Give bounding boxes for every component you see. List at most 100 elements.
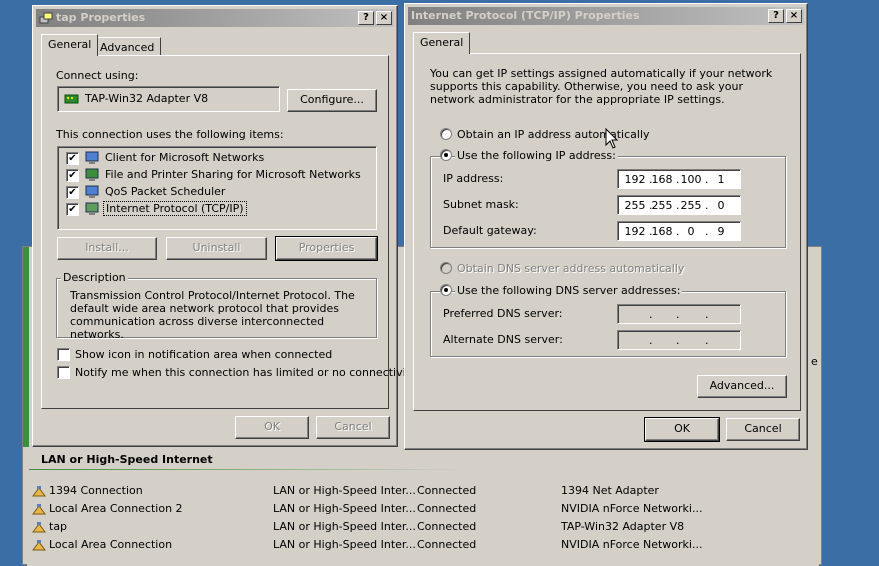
section-divider bbox=[29, 469, 469, 470]
list-item[interactable]: ✔ File and Printer Sharing for Microsoft … bbox=[62, 167, 372, 184]
connection-device: TAP-Win32 Adapter V8 bbox=[561, 520, 685, 533]
close-button[interactable]: × bbox=[376, 11, 392, 25]
ip-dot: . bbox=[649, 308, 653, 321]
item-checkbox[interactable]: ✔ bbox=[66, 152, 79, 165]
components-list[interactable]: ✔ Client for Microsoft Networks ✔ File and … bbox=[57, 146, 377, 230]
use-ip-radio[interactable] bbox=[440, 149, 452, 161]
connection-row[interactable]: tap LAN or High-Speed Inter... Connected TA… bbox=[23, 518, 823, 536]
obtain-dns-radio[interactable] bbox=[440, 262, 452, 274]
item-checkbox[interactable]: ✔ bbox=[66, 169, 79, 182]
tap-general-panel: Connect using: TAP-Win32 Adapter V8 Conf… bbox=[41, 55, 417, 409]
connection-device: NVIDIA nForce Networki... bbox=[561, 502, 703, 515]
item-label: Internet Protocol (TCP/IP) bbox=[103, 201, 247, 216]
adapter-name: TAP-Win32 Adapter V8 bbox=[85, 92, 209, 105]
network-icon bbox=[39, 12, 53, 24]
ip-dot: . bbox=[676, 334, 680, 347]
tcpip-properties-dialog: Internet Protocol (TCP/IP) Properties ? … bbox=[404, 3, 808, 450]
connection-row[interactable]: Local Area Connection LAN or High-Speed I… bbox=[23, 536, 823, 554]
ip-octet: 168 bbox=[651, 225, 673, 238]
advanced-button[interactable]: Advanced... bbox=[697, 375, 787, 398]
connection-type: LAN or High-Speed Inter... bbox=[273, 502, 416, 515]
items-label: This connection uses the following items… bbox=[56, 128, 284, 141]
ip-dot: . bbox=[705, 308, 709, 321]
item-label: File and Printer Sharing for Microsoft N… bbox=[105, 168, 361, 181]
subnet-mask-field[interactable]: 255. 255. 255. 0 bbox=[617, 195, 741, 215]
notify-label: Notify me when this connection has limit… bbox=[75, 366, 417, 379]
connection-name: Local Area Connection 2 bbox=[49, 502, 183, 515]
connection-device: NVIDIA nForce Networki... bbox=[561, 538, 703, 551]
connection-icon bbox=[32, 504, 46, 515]
use-dns-radio[interactable] bbox=[440, 284, 452, 296]
properties-button[interactable]: Properties bbox=[275, 236, 378, 261]
mouse-cursor-icon bbox=[605, 128, 619, 149]
show-icon-label: Show icon in notification area when conn… bbox=[75, 348, 333, 361]
item-label: Client for Microsoft Networks bbox=[105, 151, 265, 164]
item-checkbox[interactable]: ✔ bbox=[66, 186, 79, 199]
help-button[interactable]: ? bbox=[358, 11, 374, 25]
connection-type: LAN or High-Speed Inter... bbox=[273, 538, 416, 551]
uninstall-button[interactable]: Uninstall bbox=[166, 237, 267, 260]
description-text: Transmission Control Protocol/Internet P… bbox=[70, 289, 355, 341]
list-item[interactable]: ✔ QoS Packet Scheduler bbox=[62, 184, 372, 201]
default-gateway-field[interactable]: 192. 168. 0. 9 bbox=[617, 221, 741, 241]
connection-type: LAN or High-Speed Inter... bbox=[273, 484, 416, 497]
alternate-dns-field[interactable]: ... bbox=[617, 330, 741, 350]
ip-dot: . bbox=[705, 199, 709, 212]
connection-icon bbox=[32, 522, 46, 533]
connect-using-label: Connect using: bbox=[56, 69, 139, 82]
connection-device: 1394 Net Adapter bbox=[561, 484, 659, 497]
connection-icon bbox=[32, 540, 46, 551]
connection-row[interactable]: Local Area Connection 2 LAN or High-Speed… bbox=[23, 500, 823, 518]
preferred-dns-label: Preferred DNS server: bbox=[443, 307, 563, 320]
ip-octet: 192 bbox=[624, 173, 646, 186]
tab-general[interactable]: General bbox=[41, 34, 99, 56]
edge-letter: e bbox=[811, 355, 818, 368]
ip-octet: 192 bbox=[624, 225, 646, 238]
ip-octet: 1 bbox=[717, 173, 725, 186]
connection-icon bbox=[32, 486, 46, 497]
tcpip-ok-button[interactable]: OK bbox=[644, 417, 720, 442]
section-header: LAN or High-Speed Internet bbox=[41, 453, 213, 466]
item-checkbox[interactable]: ✔ bbox=[66, 203, 79, 216]
ip-dot: . bbox=[676, 225, 680, 238]
notify-checkbox[interactable] bbox=[57, 366, 70, 379]
list-item[interactable]: ✔ Internet Protocol (TCP/IP) bbox=[62, 201, 372, 218]
window-edge-strip bbox=[23, 247, 29, 447]
ip-address-label: IP address: bbox=[443, 172, 504, 185]
file-sharing-icon bbox=[85, 168, 99, 181]
tcpip-titlebar[interactable]: Internet Protocol (TCP/IP) Properties ? … bbox=[408, 7, 804, 25]
ip-dot: . bbox=[705, 334, 709, 347]
adapter-icon bbox=[64, 94, 79, 104]
tap-cancel-button[interactable]: Cancel bbox=[316, 416, 390, 439]
connection-status: Connected bbox=[417, 520, 477, 533]
close-button[interactable]: × bbox=[786, 9, 802, 23]
configure-button[interactable]: Configure... bbox=[287, 89, 377, 112]
show-icon-checkbox[interactable] bbox=[57, 348, 70, 361]
ip-dot: . bbox=[676, 199, 680, 212]
use-ip-label: Use the following IP address: bbox=[455, 149, 618, 162]
ip-octet: 9 bbox=[717, 225, 725, 238]
tap-titlebar[interactable]: tap Properties ? × bbox=[36, 9, 394, 27]
tcpip-cancel-button[interactable]: Cancel bbox=[726, 418, 800, 441]
tap-ok-button[interactable]: OK bbox=[235, 416, 309, 439]
connection-name: tap bbox=[49, 520, 68, 533]
ip-address-field[interactable]: 192. 168. 100. 1 bbox=[617, 169, 741, 189]
help-button[interactable]: ? bbox=[768, 9, 784, 23]
tap-properties-dialog: tap Properties ? × General Advanced Conn… bbox=[32, 5, 417, 447]
use-dns-label: Use the following DNS server addresses: bbox=[455, 284, 683, 297]
ip-dot: . bbox=[676, 173, 680, 186]
obtain-ip-label: Obtain an IP address automatically bbox=[457, 128, 650, 141]
ip-dot: . bbox=[705, 225, 709, 238]
adapter-field: TAP-Win32 Adapter V8 bbox=[57, 86, 280, 112]
connection-type: LAN or High-Speed Inter... bbox=[273, 520, 416, 533]
list-item[interactable]: ✔ Client for Microsoft Networks bbox=[62, 150, 372, 167]
tab-general[interactable]: General bbox=[413, 32, 471, 54]
ip-dot: . bbox=[676, 308, 680, 321]
install-button[interactable]: Install... bbox=[57, 237, 157, 260]
preferred-dns-field[interactable]: ... bbox=[617, 304, 741, 324]
obtain-ip-radio[interactable] bbox=[440, 128, 452, 140]
tab-advanced[interactable]: Advanced bbox=[93, 37, 162, 57]
connection-row[interactable]: 1394 Connection LAN or High-Speed Inter..… bbox=[23, 482, 823, 500]
subnet-mask-label: Subnet mask: bbox=[443, 198, 519, 211]
ip-dot: . bbox=[649, 334, 653, 347]
